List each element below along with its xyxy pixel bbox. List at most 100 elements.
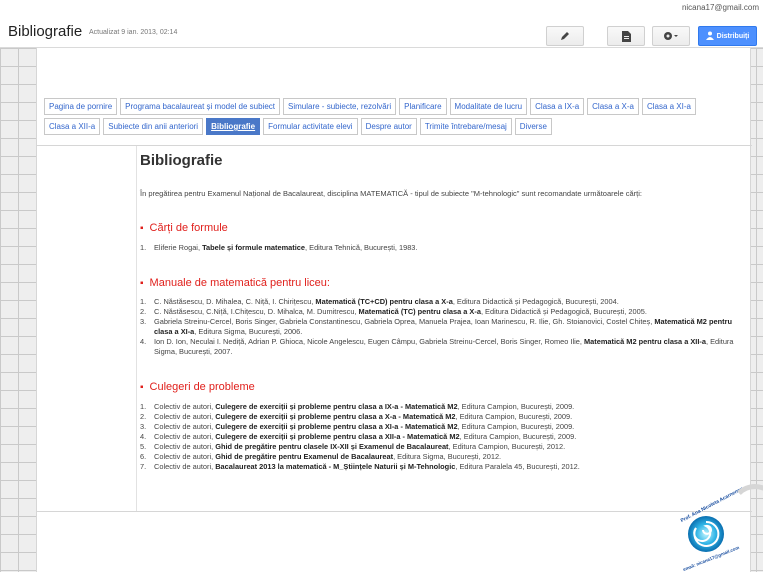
item-authors: Colectiv de autori, bbox=[154, 402, 216, 411]
edit-page-button[interactable] bbox=[546, 26, 584, 46]
list-item: 6. Colectiv de autori, Ghid de pregătire … bbox=[140, 452, 745, 462]
item-publisher: , Editura Sigma, București, 2006. bbox=[194, 327, 303, 336]
site-title[interactable]: Bibliografie bbox=[8, 23, 82, 40]
gear-icon bbox=[663, 31, 679, 41]
item-publisher: , Editura Sigma, București, 2012. bbox=[393, 452, 502, 461]
item-book-title: Tabele și formule matematice bbox=[202, 243, 306, 252]
user-email[interactable]: nicana17@gmail.com bbox=[682, 3, 759, 12]
item-authors: Colectiv de autori, bbox=[154, 422, 216, 431]
item-publisher: , Editura Didactică și Pedagogică, Bucur… bbox=[480, 307, 647, 316]
item-text: Colectiv de autori, Ghid de pregătire pe… bbox=[154, 452, 745, 462]
item-text: Colectiv de autori, Culegere de exerciți… bbox=[154, 432, 745, 442]
item-text: C. Năstăsescu, D. Mihalea, C. Niță, I. C… bbox=[154, 297, 745, 307]
bibliography-list: 1. Eliferie Rogai, Tabele și formule mate… bbox=[140, 243, 745, 253]
item-publisher: , Editura Campion, București, 2009. bbox=[457, 402, 575, 411]
page-icon bbox=[621, 30, 631, 42]
bibliography-list: 1. C. Năstăsescu, D. Mihalea, C. Niță, I.… bbox=[140, 297, 745, 357]
nav-tab[interactable]: Clasa a XI-a bbox=[641, 98, 696, 115]
item-number: 2. bbox=[140, 412, 147, 421]
share-button[interactable]: Distribuiți bbox=[698, 26, 757, 46]
item-text: Colectiv de autori, Culegere de exerciți… bbox=[154, 402, 745, 412]
item-authors: Colectiv de autori, bbox=[154, 412, 216, 421]
bibliography-list: 1. Colectiv de autori, Culegere de exerci… bbox=[140, 402, 745, 472]
divider bbox=[37, 511, 752, 512]
item-publisher: , Editura Didactică și Pedagogică, Bucur… bbox=[452, 297, 619, 306]
nav-tab[interactable]: Clasa a X-a bbox=[587, 98, 639, 115]
item-authors: C. Năstăsescu, D. Mihalea, C. Niță, I. C… bbox=[154, 297, 316, 306]
item-book-title: Culegere de exerciții și probleme pentru… bbox=[215, 422, 458, 431]
item-number: 2. bbox=[140, 307, 147, 316]
bibliography-section: ▪ Culegeri de probleme 1. Colectiv de autor… bbox=[140, 381, 745, 472]
item-book-title: Matematică (TC) pentru clasa a X-a bbox=[358, 307, 481, 316]
nav-tab[interactable]: Diverse bbox=[514, 118, 552, 135]
item-number: 4. bbox=[140, 432, 147, 441]
section-heading-text: Culegeri de probleme bbox=[149, 381, 255, 393]
item-authors: Gabriela Streinu-Cercel, Boris Singer, G… bbox=[154, 317, 655, 326]
item-number: 3. bbox=[140, 422, 147, 431]
item-number: 7. bbox=[140, 462, 147, 471]
nav-tab[interactable]: Despre autor bbox=[360, 118, 417, 135]
item-text: Ion D. Ion, Neculai I. Nediță, Adrian P.… bbox=[154, 337, 745, 357]
section-heading: ▪ Culegeri de probleme bbox=[140, 381, 745, 393]
nav-tab[interactable]: Subiecte din anii anteriori bbox=[103, 118, 204, 135]
section-heading-text: Cărți de formule bbox=[149, 222, 228, 234]
new-page-button[interactable] bbox=[607, 26, 645, 46]
nav-tab-active[interactable]: Bibliografie bbox=[206, 118, 261, 135]
item-publisher: , Editura Campion, București, 2009. bbox=[459, 432, 577, 441]
item-number: 6. bbox=[140, 452, 147, 461]
item-publisher: , Editura Tehnică, București, 1983. bbox=[305, 243, 418, 252]
item-publisher: , Editura Campion, București, 2009. bbox=[455, 412, 573, 421]
item-authors: Ion D. Ion, Neculai I. Nediță, Adrian P.… bbox=[154, 337, 584, 346]
item-authors: C. Năstăsescu, C.Niță, I.Chițescu, D. Mi… bbox=[154, 307, 359, 316]
nav-tab[interactable]: Clasa a IX-a bbox=[530, 98, 585, 115]
item-text: Colectiv de autori, Bacalaureat 2013 la … bbox=[154, 462, 745, 472]
item-book-title: Bacalaureat 2013 la matematică - M_Știin… bbox=[215, 462, 456, 471]
item-number: 1. bbox=[140, 402, 147, 411]
item-authors: Colectiv de autori, bbox=[154, 432, 216, 441]
item-book-title: Matematică M2 pentru clasa a XII-a bbox=[583, 337, 706, 346]
divider bbox=[37, 145, 752, 146]
item-book-title: Culegere de exerciții și probleme pentru… bbox=[215, 432, 460, 441]
nav-tab[interactable]: Planificare bbox=[399, 98, 447, 115]
nav-tab[interactable]: Trimite întrebare/mesaj bbox=[419, 118, 512, 135]
pencil-icon bbox=[560, 31, 570, 41]
item-book-title: Culegere de exerciții și probleme pentru… bbox=[215, 402, 458, 411]
list-item: 4. Ion D. Ion, Neculai I. Nediță, Adrian … bbox=[140, 337, 745, 357]
nav-tab[interactable]: Programa bacalaureat și model de subiect bbox=[120, 98, 281, 115]
sidebar-divider bbox=[136, 146, 137, 512]
item-authors: Colectiv de autori, bbox=[154, 462, 216, 471]
nav-tab[interactable]: Modalitate de lucru bbox=[449, 98, 528, 115]
list-item: 3. Colectiv de autori, Culegere de exerci… bbox=[140, 422, 745, 432]
more-actions-button[interactable] bbox=[652, 26, 690, 46]
share-label: Distribuiți bbox=[716, 32, 750, 40]
item-text: C. Năstăsescu, C.Niță, I.Chițescu, D. Mi… bbox=[154, 307, 745, 317]
list-item: 1. Colectiv de autori, Culegere de exerci… bbox=[140, 402, 745, 412]
item-number: 1. bbox=[140, 297, 147, 306]
item-book-title: Matematică (TC+CD) pentru clasa a X-a bbox=[315, 297, 453, 306]
list-item: 2. C. Năstăsescu, C.Niță, I.Chițescu, D. … bbox=[140, 307, 745, 317]
item-book-title: Ghid de pregătire pentru Examenul de Bac… bbox=[215, 452, 394, 461]
list-item: 2. Colectiv de autori, Culegere de exerci… bbox=[140, 412, 745, 422]
item-number: 4. bbox=[140, 337, 147, 346]
item-authors: Eliferie Rogai, bbox=[154, 243, 203, 252]
page-title: Bibliografie bbox=[140, 152, 223, 169]
item-text: Colectiv de autori, Culegere de exerciți… bbox=[154, 422, 745, 432]
item-book-title: Culegere de exerciții și probleme pentru… bbox=[215, 412, 456, 421]
nav-tab[interactable]: Formular activitate elevi bbox=[263, 118, 358, 135]
item-publisher: , Editura Campion, București, 2012. bbox=[448, 442, 566, 451]
last-updated: Actualizat 9 ian. 2013, 02:14 bbox=[89, 29, 178, 36]
nav-tab[interactable]: Simulare - subiecte, rezolvări bbox=[283, 98, 397, 115]
item-number: 3. bbox=[140, 317, 147, 326]
item-publisher: , Editura Paralela 45, București, 2012. bbox=[455, 462, 580, 471]
nav-tab[interactable]: Clasa a XII-a bbox=[44, 118, 101, 135]
section-heading: ▪ Manuale de matematică pentru liceu: bbox=[140, 277, 745, 289]
item-text: Colectiv de autori, Ghid de pregătire pe… bbox=[154, 442, 745, 452]
main-content: Bibliografie În pregătirea pentru Examen… bbox=[140, 152, 745, 472]
top-bar: nicana17@gmail.com Bibliografie Actualiz… bbox=[0, 0, 763, 48]
nav-tab[interactable]: Pagina de pornire bbox=[44, 98, 118, 115]
item-authors: Colectiv de autori, bbox=[154, 452, 216, 461]
share-person-icon bbox=[705, 31, 714, 41]
item-authors: Colectiv de autori, bbox=[154, 442, 216, 451]
item-number: 5. bbox=[140, 442, 147, 451]
list-item: 4. Colectiv de autori, Culegere de exerci… bbox=[140, 432, 745, 442]
